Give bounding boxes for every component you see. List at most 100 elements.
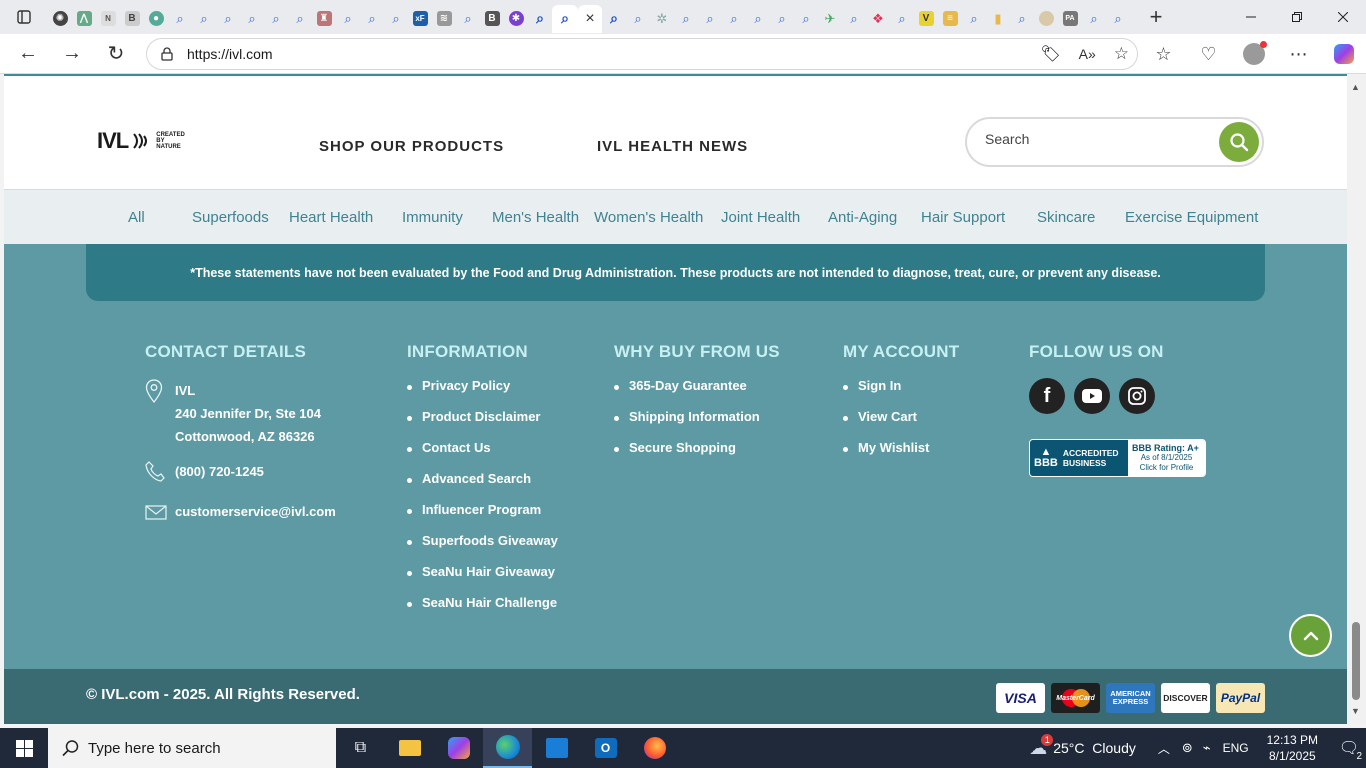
tab[interactable]: ● <box>144 5 168 33</box>
link-product-disclaimer[interactable]: Product Disclaimer <box>407 408 558 439</box>
close-tab-button[interactable]: × <box>578 4 602 33</box>
category-all[interactable]: All <box>128 209 145 226</box>
taskbar-search[interactable]: Type here to search <box>48 728 336 768</box>
outlook-taskbar-button[interactable]: O <box>581 728 630 768</box>
tab[interactable]: ⌕ <box>384 5 408 33</box>
tab[interactable]: ⌕ <box>674 5 698 33</box>
task-view-button[interactable]: ⧉ <box>336 728 385 768</box>
tab[interactable]: ⌕ <box>962 5 986 33</box>
favorites-button[interactable]: ☆ <box>1141 34 1186 74</box>
link-sign-in[interactable]: Sign In <box>843 377 929 408</box>
settings-more-button[interactable]: ⋯ <box>1276 34 1321 74</box>
tab[interactable]: ⌕ <box>1010 5 1034 33</box>
link-365-day-guarantee[interactable]: 365-Day Guarantee <box>614 377 760 408</box>
tab[interactable]: ✈ <box>818 5 842 33</box>
link-advanced-search[interactable]: Advanced Search <box>407 470 558 501</box>
tab[interactable]: ✲ <box>650 5 674 33</box>
tab[interactable]: ⌕ <box>602 5 626 33</box>
category-hair-support[interactable]: Hair Support <box>921 209 1005 226</box>
tab[interactable]: ⌕ <box>770 5 794 33</box>
url-text[interactable]: https://ivl.com <box>187 46 273 62</box>
tab[interactable]: ⌕ <box>794 5 818 33</box>
tab[interactable]: ⌕ <box>528 5 552 33</box>
start-button[interactable] <box>0 728 48 768</box>
page-scrollbar[interactable]: ▲ ▼ <box>1347 74 1366 724</box>
scroll-down-arrow-icon[interactable]: ▼ <box>1351 706 1360 716</box>
tab[interactable]: ⌕ <box>722 5 746 33</box>
tab[interactable]: ⌕ <box>216 5 240 33</box>
search-input[interactable] <box>985 131 1205 147</box>
link-superfoods-giveaway[interactable]: Superfoods Giveaway <box>407 532 558 563</box>
tab[interactable]: ⌕ <box>456 5 480 33</box>
youtube-link[interactable] <box>1074 378 1110 414</box>
scroll-to-top-button[interactable] <box>1289 614 1332 657</box>
tab[interactable]: B <box>480 5 504 33</box>
tab[interactable]: ⌕ <box>168 5 192 33</box>
tab[interactable]: xF <box>408 5 432 33</box>
nav-shop-products[interactable]: SHOP OUR PRODUCTS <box>319 138 504 155</box>
tab[interactable]: ⌕ <box>746 5 770 33</box>
tab[interactable]: ⌕ <box>1106 5 1130 33</box>
weather-widget[interactable]: ☁ 1 25°C Cloudy <box>1029 733 1136 759</box>
tab[interactable]: ✺ <box>48 5 72 33</box>
refresh-button[interactable]: ↻ <box>94 34 138 74</box>
instagram-link[interactable] <box>1119 378 1155 414</box>
tab[interactable]: ⌕ <box>842 5 866 33</box>
tab[interactable]: ≡ <box>938 5 962 33</box>
nav-health-news[interactable]: IVL HEALTH NEWS <box>597 138 748 155</box>
firefox-taskbar-button[interactable] <box>630 728 679 768</box>
tab[interactable]: ❖ <box>866 5 890 33</box>
tab[interactable]: ♜ <box>312 5 336 33</box>
tab[interactable]: ⌕ <box>698 5 722 33</box>
tab[interactable]: PA <box>1058 5 1082 33</box>
chevron-up-icon[interactable]: ︿ <box>1158 740 1170 757</box>
tab-active[interactable]: ⌕ <box>552 4 578 33</box>
tab[interactable]: ▮ <box>986 5 1010 33</box>
facebook-link[interactable]: f <box>1029 378 1065 414</box>
notifications-button[interactable]: 🗨 2 <box>1332 738 1366 762</box>
copilot-button[interactable] <box>1321 34 1366 74</box>
tab[interactable]: ⌕ <box>264 5 288 33</box>
link-influencer-program[interactable]: Influencer Program <box>407 501 558 532</box>
category-exercise-equipment[interactable]: Exercise Equipment <box>1125 209 1258 226</box>
scroll-up-arrow-icon[interactable]: ▲ <box>1351 82 1360 92</box>
read-aloud-icon[interactable]: A» <box>1079 46 1096 62</box>
store-taskbar-button[interactable] <box>532 728 581 768</box>
link-shipping-information[interactable]: Shipping Information <box>614 408 760 439</box>
scrollbar-thumb[interactable] <box>1352 622 1360 700</box>
category-joint-health[interactable]: Joint Health <box>721 209 800 226</box>
tab[interactable]: ⌕ <box>288 5 312 33</box>
category-mens-health[interactable]: Men's Health <box>492 209 579 226</box>
address-bar[interactable]: https://ivl.com 🏷 A» ☆ <box>146 38 1138 70</box>
restore-button[interactable] <box>1274 0 1320 34</box>
phone-link[interactable]: (800) 720-1245 <box>175 460 264 483</box>
category-anti-aging[interactable]: Anti-Aging <box>828 209 897 226</box>
lock-icon[interactable] <box>147 47 187 61</box>
search-button[interactable] <box>1219 122 1259 162</box>
browser-essentials-button[interactable]: ♡ <box>1186 34 1231 74</box>
tab[interactable]: ⌕ <box>240 5 264 33</box>
tab[interactable]: ⋀ <box>72 5 96 33</box>
tab[interactable]: ⌕ <box>1082 5 1106 33</box>
tab[interactable]: ✱ <box>504 5 528 33</box>
email-link[interactable]: customerservice@ivl.com <box>175 500 336 523</box>
link-privacy-policy[interactable]: Privacy Policy <box>407 377 558 408</box>
profile-button[interactable] <box>1231 34 1276 74</box>
tab[interactable]: ⌕ <box>336 5 360 33</box>
meet-now-icon[interactable]: ⊚ <box>1182 740 1193 756</box>
category-superfoods[interactable]: Superfoods <box>192 209 269 226</box>
category-womens-health[interactable]: Women's Health <box>594 209 703 226</box>
edge-taskbar-button[interactable] <box>483 728 532 768</box>
favorite-star-icon[interactable]: ☆ <box>1114 44 1129 64</box>
clock[interactable]: 12:13 PM 8/1/2025 <box>1267 732 1318 764</box>
link-seanu-hair-giveaway[interactable]: SeaNu Hair Giveaway <box>407 563 558 594</box>
ivl-logo[interactable]: IVL CREATED BY NATURE <box>97 128 185 154</box>
bbb-accreditation-badge[interactable]: ▲ BBB ACCREDITED BUSINESS BBB Rating: A+ … <box>1029 439 1206 477</box>
back-button[interactable]: ← <box>6 34 50 74</box>
link-seanu-hair-challenge[interactable]: SeaNu Hair Challenge <box>407 594 558 625</box>
tab[interactable]: ⌕ <box>626 5 650 33</box>
category-heart-health[interactable]: Heart Health <box>289 209 373 226</box>
forward-button[interactable]: → <box>50 34 94 74</box>
tab[interactable]: B <box>120 5 144 33</box>
tab-actions-button[interactable] <box>0 0 48 34</box>
